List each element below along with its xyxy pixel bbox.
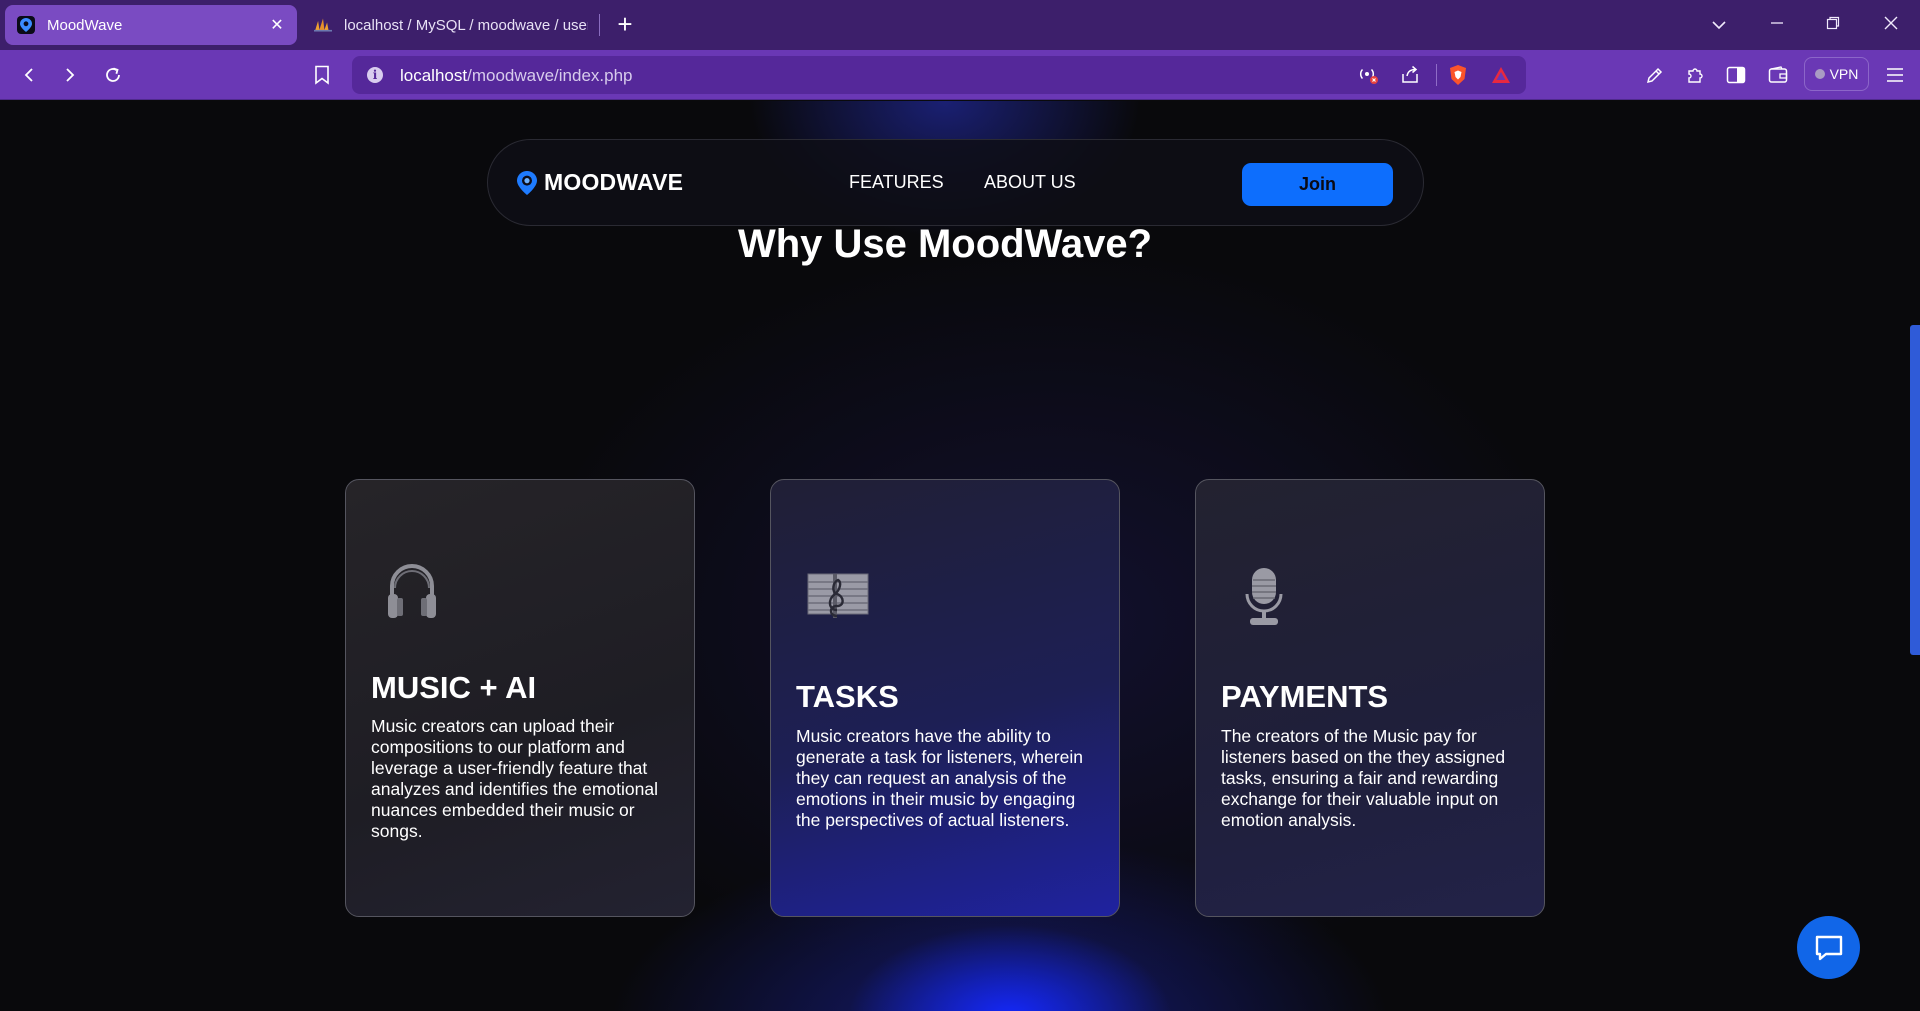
chat-bubble-icon bbox=[1815, 935, 1842, 960]
brand-name: MOODWAVE bbox=[544, 169, 684, 195]
site-navbar: MOODWAVE FEATURES ABOUT US Join bbox=[487, 139, 1424, 226]
forward-button[interactable] bbox=[55, 60, 85, 90]
edit-pen-button[interactable] bbox=[1640, 60, 1670, 90]
tab-divider bbox=[599, 14, 600, 36]
vpn-status-icon bbox=[1814, 69, 1825, 79]
music-sheet-icon bbox=[807, 573, 869, 618]
back-arrow-icon bbox=[24, 68, 33, 82]
moodwave-favicon-icon bbox=[17, 16, 35, 34]
section-headline: Why Use MoodWave? bbox=[737, 222, 1153, 266]
bookmark-icon bbox=[315, 65, 329, 85]
url-text[interactable]: localhost/moodwave/index.php bbox=[400, 66, 633, 86]
page-scrollbar[interactable] bbox=[1910, 325, 1920, 655]
chat-button[interactable] bbox=[1797, 916, 1860, 979]
card-title: PAYMENTS bbox=[1221, 679, 1389, 714]
restore-window-icon[interactable] bbox=[1816, 8, 1850, 40]
tab-moodwave[interactable]: MoodWave ✕ bbox=[5, 5, 297, 45]
brand-logo[interactable]: MOODWAVE bbox=[516, 169, 683, 196]
url-host: localhost bbox=[400, 66, 468, 85]
card-description: Music creators can upload their composit… bbox=[371, 716, 658, 841]
card-title: TASKS bbox=[796, 679, 899, 714]
puzzle-icon bbox=[1688, 68, 1703, 83]
brave-shields-icon[interactable] bbox=[1448, 64, 1468, 91]
site-info-icon[interactable]: i bbox=[367, 67, 383, 83]
nav-link-about-us[interactable]: ABOUT US bbox=[984, 172, 1076, 193]
close-tab-icon[interactable]: ✕ bbox=[267, 15, 287, 35]
join-button[interactable]: Join bbox=[1242, 163, 1393, 206]
feature-card-music-ai: MUSIC + AI Music creators can upload the… bbox=[345, 479, 695, 917]
back-button[interactable] bbox=[14, 60, 44, 90]
page-viewport: MOODWAVE FEATURES ABOUT US Join Why Use … bbox=[0, 101, 1920, 1011]
pen-icon bbox=[1646, 67, 1663, 84]
url-path: /moodwave/index.php bbox=[467, 66, 633, 85]
minimize-window-icon[interactable] bbox=[1760, 8, 1794, 40]
wallet-button[interactable] bbox=[1763, 60, 1793, 90]
sidebar-toggle-button[interactable] bbox=[1721, 60, 1751, 90]
tab-title: localhost / MySQL / moodwave / users bbox=[344, 16, 588, 34]
microphone-icon bbox=[1245, 568, 1283, 625]
close-window-icon[interactable] bbox=[1874, 8, 1908, 40]
menu-button[interactable] bbox=[1880, 60, 1910, 90]
forward-arrow-icon bbox=[66, 68, 75, 82]
feature-card-payments: PAYMENTS The creators of the Music pay f… bbox=[1195, 479, 1545, 917]
headphones-icon bbox=[388, 564, 436, 618]
reload-button[interactable] bbox=[98, 60, 128, 90]
broadcast-blocked-icon[interactable] bbox=[1357, 65, 1379, 90]
extensions-button[interactable] bbox=[1680, 60, 1710, 90]
tab-title: MoodWave bbox=[47, 16, 123, 34]
sidebar-icon bbox=[1726, 66, 1746, 84]
brave-rewards-icon[interactable] bbox=[1491, 66, 1511, 89]
feature-card-tasks: TASKS Music creators have the ability to… bbox=[770, 479, 1120, 917]
tab-search-chevron-icon[interactable] bbox=[1702, 8, 1736, 40]
card-description: Music creators have the ability to gener… bbox=[796, 726, 1083, 830]
location-pin-logo-icon bbox=[517, 170, 537, 195]
address-bar[interactable]: i localhost/moodwave/index.php bbox=[352, 56, 1526, 94]
vpn-label: VPN bbox=[1829, 66, 1859, 82]
card-description: The creators of the Music pay for listen… bbox=[1221, 726, 1506, 830]
bookmark-button[interactable] bbox=[307, 60, 337, 90]
vpn-button[interactable]: VPN bbox=[1804, 57, 1869, 91]
tab-phpmyadmin[interactable]: localhost / MySQL / moodwave / users bbox=[306, 5, 598, 45]
share-icon[interactable] bbox=[1400, 65, 1420, 90]
urlbar-divider bbox=[1436, 64, 1437, 86]
wallet-icon bbox=[1768, 66, 1788, 83]
phpmyadmin-favicon-icon bbox=[314, 16, 332, 34]
card-title: MUSIC + AI bbox=[371, 670, 537, 705]
hamburger-menu-icon bbox=[1887, 68, 1903, 82]
new-tab-button[interactable]: + bbox=[612, 10, 638, 40]
reload-icon bbox=[106, 67, 120, 82]
nav-link-features[interactable]: FEATURES bbox=[849, 172, 944, 193]
